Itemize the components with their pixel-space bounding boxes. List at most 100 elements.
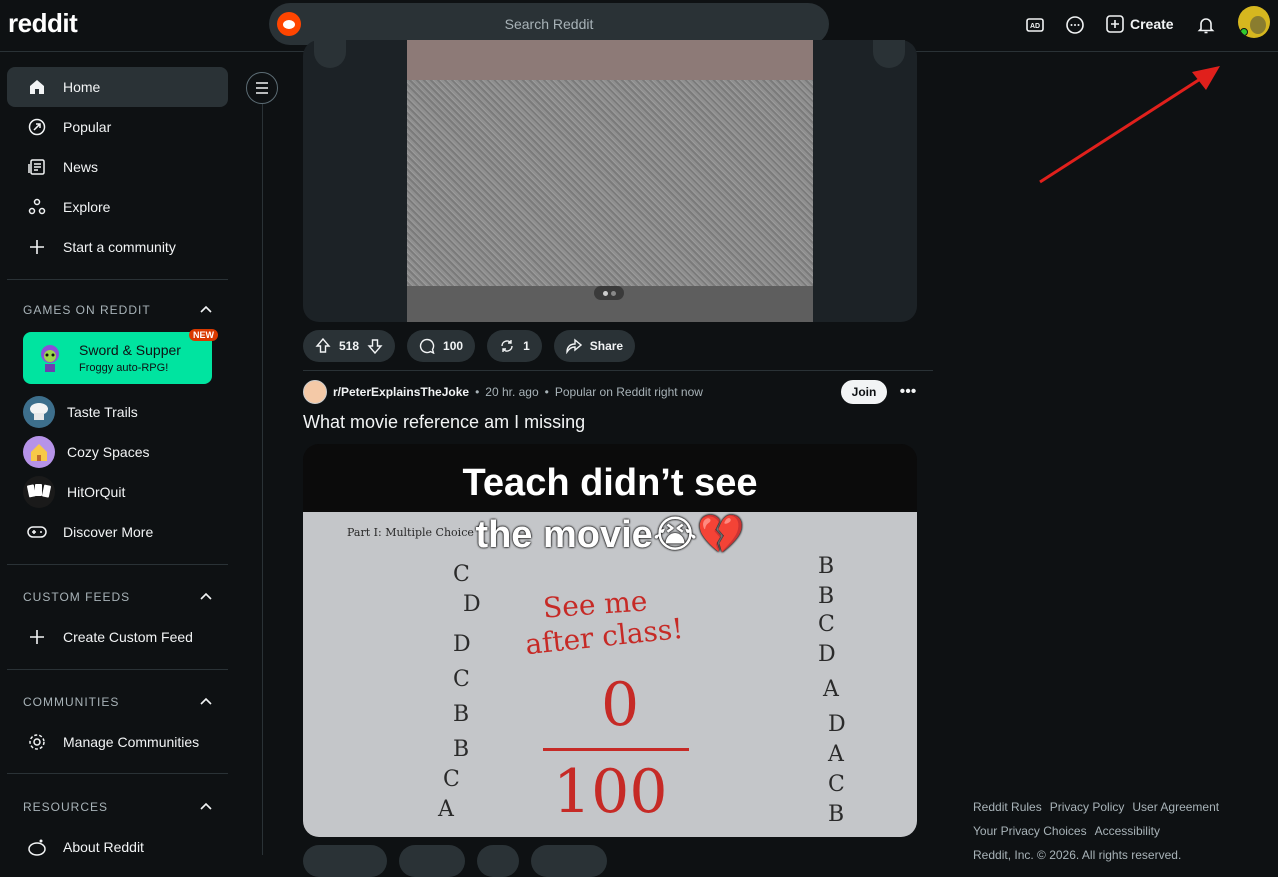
footer-link[interactable]: User Agreement — [1132, 800, 1219, 814]
share-button[interactable] — [531, 845, 607, 877]
crosspost-button[interactable] — [477, 845, 519, 877]
downvote-icon — [367, 339, 383, 354]
chevron-up-icon — [200, 592, 212, 600]
nav-explore-label: Explore — [63, 199, 111, 215]
meta-dot: • — [475, 385, 480, 399]
comments-button[interactable]: 100 — [407, 330, 476, 362]
nav-popular[interactable]: Popular — [7, 107, 228, 147]
chevron-up-icon — [200, 697, 212, 705]
game-cozy-spaces[interactable]: Cozy Spaces — [7, 432, 228, 472]
annotation-arrow-icon — [1039, 66, 1220, 184]
cozy-spaces-icon — [23, 436, 55, 468]
manage-communities[interactable]: Manage Communities — [7, 722, 228, 762]
game-cozy-spaces-label: Cozy Spaces — [67, 444, 150, 460]
search-input[interactable]: Search Reddit — [269, 3, 829, 45]
test-paper-photo: Part I: Multiple Choice C D D C B B C A … — [303, 512, 917, 837]
featured-game-title: Sword & Supper — [79, 342, 181, 358]
chevron-up-icon — [200, 802, 212, 810]
resources-heading: RESOURCES — [23, 800, 109, 814]
collapse-sidebar-button[interactable] — [246, 72, 278, 104]
explore-icon — [27, 197, 47, 217]
game-discover-more-label: Discover More — [63, 524, 154, 540]
subreddit-link[interactable]: r/PeterExplainsTheJoke — [333, 385, 469, 399]
post-media-carousel[interactable] — [303, 40, 917, 322]
share-label: Share — [589, 339, 624, 353]
footer-link[interactable]: Reddit Rules — [973, 800, 1042, 814]
handwritten-answer: B — [453, 737, 470, 762]
subreddit-avatar[interactable] — [303, 380, 327, 404]
post-title[interactable]: What movie reference am I missing — [303, 412, 585, 433]
vote-control — [303, 845, 387, 877]
home-icon — [27, 77, 47, 97]
reddit-logo[interactable]: reddit — [8, 8, 78, 39]
crosspost-count: 1 — [523, 339, 530, 353]
footer-link[interactable]: Privacy Policy — [1050, 800, 1125, 814]
sidebar-divider — [7, 669, 228, 670]
more-options-icon[interactable]: ••• — [896, 380, 920, 404]
resources-section-header[interactable]: RESOURCES — [23, 800, 213, 814]
handwritten-answer: B — [453, 702, 470, 727]
sidebar-divider — [7, 564, 228, 565]
nav-explore[interactable]: Explore — [7, 187, 228, 227]
meme-caption-line2: the movie😭💔 — [475, 514, 745, 556]
games-section-header[interactable]: GAMES ON REDDIT — [23, 303, 213, 317]
nav-start-community[interactable]: Start a community — [7, 227, 228, 267]
game-discover-more[interactable]: Discover More — [7, 512, 228, 552]
plus-icon — [27, 237, 47, 257]
advertise-icon[interactable]: AD — [1022, 12, 1048, 38]
nav-news[interactable]: News — [7, 147, 228, 187]
post-meta: r/PeterExplainsTheJoke • 20 hr. ago • Po… — [303, 380, 703, 404]
manage-communities-label: Manage Communities — [63, 734, 200, 750]
nav-home[interactable]: Home — [7, 67, 228, 107]
post-action-bar — [303, 845, 607, 877]
handwritten-answer: C — [453, 667, 470, 692]
handwritten-answer: C — [828, 772, 845, 797]
reddit-alien-icon — [27, 837, 47, 857]
game-hitorquit[interactable]: HitOrQuit — [7, 472, 228, 512]
sword-and-supper-frog-icon — [41, 345, 59, 372]
copyright: Reddit, Inc. © 2026. All rights reserved… — [973, 848, 1182, 862]
nav-home-label: Home — [63, 79, 101, 95]
taste-trails-icon — [23, 396, 55, 428]
share-icon — [566, 338, 582, 354]
game-taste-trails-label: Taste Trails — [67, 404, 138, 420]
comments-button[interactable] — [399, 845, 465, 877]
handwritten-answer: A — [828, 742, 844, 767]
score-fraction-line — [543, 748, 689, 751]
communities-section-header[interactable]: COMMUNITIES — [23, 695, 213, 709]
footer-link[interactable]: Accessibility — [1095, 824, 1160, 838]
share-button[interactable]: Share — [553, 330, 636, 362]
handwritten-answer: D — [463, 592, 481, 617]
chat-icon[interactable] — [1062, 12, 1088, 38]
new-badge: NEW — [189, 329, 218, 341]
footer-link[interactable]: Your Privacy Choices — [973, 824, 1087, 838]
join-button[interactable]: Join — [841, 380, 887, 404]
communities-heading: COMMUNITIES — [23, 695, 120, 709]
crosspost-button[interactable]: 1 — [487, 330, 542, 362]
handwritten-answer: A — [823, 677, 839, 702]
plus-square-icon — [1106, 15, 1124, 33]
handwritten-answer: A — [438, 797, 454, 822]
create-custom-feed[interactable]: Create Custom Feed — [7, 617, 228, 657]
about-reddit[interactable]: About Reddit — [7, 827, 228, 867]
custom-feeds-section-header[interactable]: CUSTOM FEEDS — [23, 590, 213, 604]
score-numerator: 0 — [601, 670, 640, 740]
handwritten-answer: C — [453, 562, 470, 587]
create-custom-feed-label: Create Custom Feed — [63, 629, 193, 645]
notifications-bell-icon[interactable] — [1193, 12, 1219, 38]
nav-start-community-label: Start a community — [63, 239, 176, 255]
user-avatar[interactable] — [1238, 6, 1270, 38]
create-button[interactable]: Create — [1106, 12, 1174, 36]
game-hitorquit-label: HitOrQuit — [67, 484, 126, 500]
post-image[interactable]: Part I: Multiple Choice C D D C B B C A … — [303, 444, 917, 837]
featured-game-card[interactable]: Sword & Supper Froggy auto-RPG! — [23, 332, 212, 384]
plus-icon — [27, 627, 47, 647]
chevron-up-icon — [200, 305, 212, 313]
footer-links: Reddit Rules Privacy Policy User Agreement… — [973, 795, 1233, 867]
game-taste-trails[interactable]: Taste Trails — [7, 392, 228, 432]
sidebar-border — [262, 104, 263, 855]
handwritten-answer: D — [453, 632, 471, 657]
online-status-dot — [1240, 28, 1248, 36]
custom-feeds-heading: CUSTOM FEEDS — [23, 590, 131, 604]
carousel-dots — [594, 286, 624, 300]
